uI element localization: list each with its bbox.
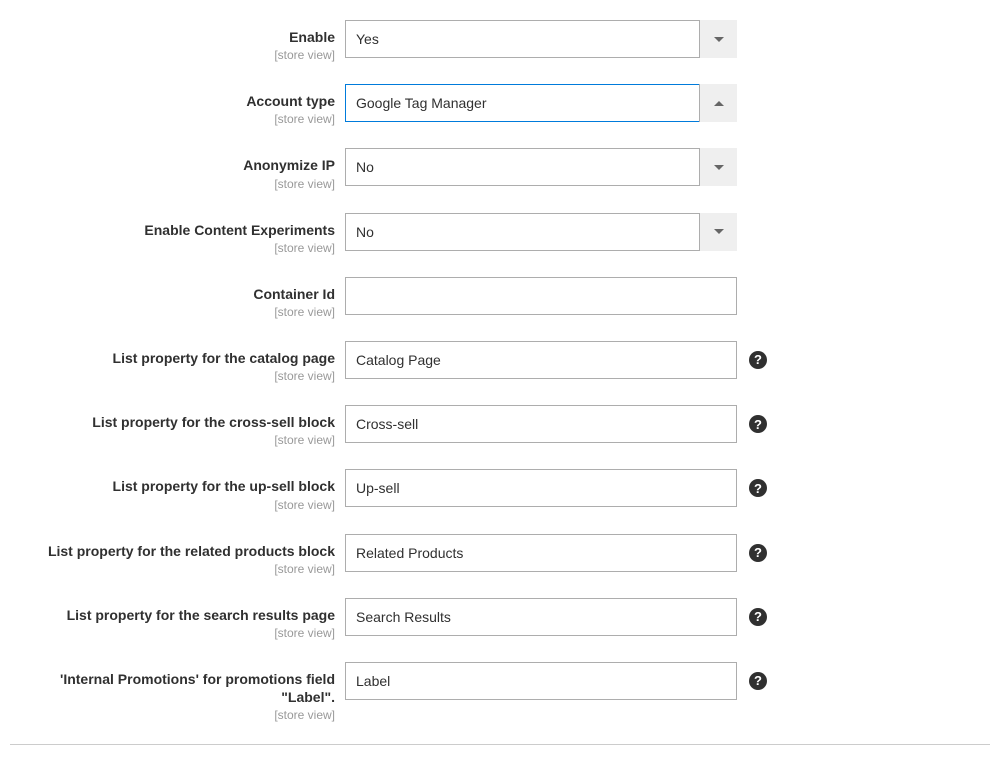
scope-enable: [store view] xyxy=(10,48,335,62)
scope-content-experiments: [store view] xyxy=(10,241,335,255)
label-col-cross-sell: List property for the cross-sell block [… xyxy=(10,405,345,447)
input-cross-sell[interactable] xyxy=(345,405,737,443)
field-col-anonymize-ip: No xyxy=(345,148,737,186)
row-cross-sell: List property for the cross-sell block [… xyxy=(10,405,990,447)
label-internal-promotions: 'Internal Promotions' for promotions fie… xyxy=(10,670,335,706)
label-col-internal-promotions: 'Internal Promotions' for promotions fie… xyxy=(10,662,345,722)
field-col-container-id xyxy=(345,277,737,315)
label-col-container-id: Container Id [store view] xyxy=(10,277,345,319)
label-search-results: List property for the search results pag… xyxy=(10,606,335,624)
help-icon[interactable]: ? xyxy=(749,544,767,562)
label-content-experiments: Enable Content Experiments xyxy=(10,221,335,239)
help-icon[interactable]: ? xyxy=(749,479,767,497)
input-internal-promotions[interactable] xyxy=(345,662,737,700)
field-col-search-results: ? xyxy=(345,598,767,636)
help-icon[interactable]: ? xyxy=(749,415,767,433)
label-account-type: Account type xyxy=(10,92,335,110)
input-container-id[interactable] xyxy=(345,277,737,315)
scope-related-products: [store view] xyxy=(10,562,335,576)
select-content-experiments[interactable]: No xyxy=(345,213,737,251)
label-cross-sell: List property for the cross-sell block xyxy=(10,413,335,431)
label-col-content-experiments: Enable Content Experiments [store view] xyxy=(10,213,345,255)
label-anonymize-ip: Anonymize IP xyxy=(10,156,335,174)
label-col-catalog-page: List property for the catalog page [stor… xyxy=(10,341,345,383)
select-anonymize-ip[interactable]: No xyxy=(345,148,737,186)
help-icon[interactable]: ? xyxy=(749,672,767,690)
select-content-experiments-input[interactable]: No xyxy=(345,213,737,251)
label-col-up-sell: List property for the up-sell block [sto… xyxy=(10,469,345,511)
label-col-related-products: List property for the related products b… xyxy=(10,534,345,576)
row-enable: Enable [store view] Yes xyxy=(10,20,990,62)
select-anonymize-ip-input[interactable]: No xyxy=(345,148,737,186)
label-col-account-type: Account type [store view] xyxy=(10,84,345,126)
field-col-related-products: ? xyxy=(345,534,767,572)
scope-container-id: [store view] xyxy=(10,305,335,319)
row-container-id: Container Id [store view] xyxy=(10,277,990,319)
row-search-results: List property for the search results pag… xyxy=(10,598,990,640)
field-col-enable: Yes xyxy=(345,20,737,58)
help-icon[interactable]: ? xyxy=(749,351,767,369)
input-catalog-page[interactable] xyxy=(345,341,737,379)
scope-search-results: [store view] xyxy=(10,626,335,640)
field-col-internal-promotions: ? xyxy=(345,662,767,700)
select-account-type-input[interactable]: Google Tag Manager xyxy=(345,84,737,122)
select-account-type[interactable]: Google Tag Manager xyxy=(345,84,737,122)
row-up-sell: List property for the up-sell block [sto… xyxy=(10,469,990,511)
select-enable[interactable]: Yes xyxy=(345,20,737,58)
row-account-type: Account type [store view] Google Tag Man… xyxy=(10,84,990,126)
label-enable: Enable xyxy=(10,28,335,46)
field-col-catalog-page: ? xyxy=(345,341,767,379)
row-catalog-page: List property for the catalog page [stor… xyxy=(10,341,990,383)
row-content-experiments: Enable Content Experiments [store view] … xyxy=(10,213,990,255)
scope-internal-promotions: [store view] xyxy=(10,708,335,722)
input-search-results[interactable] xyxy=(345,598,737,636)
row-internal-promotions: 'Internal Promotions' for promotions fie… xyxy=(10,662,990,722)
label-col-enable: Enable [store view] xyxy=(10,20,345,62)
input-related-products[interactable] xyxy=(345,534,737,572)
help-icon[interactable]: ? xyxy=(749,608,767,626)
input-up-sell[interactable] xyxy=(345,469,737,507)
row-related-products: List property for the related products b… xyxy=(10,534,990,576)
scope-cross-sell: [store view] xyxy=(10,433,335,447)
label-col-anonymize-ip: Anonymize IP [store view] xyxy=(10,148,345,190)
scope-account-type: [store view] xyxy=(10,112,335,126)
label-catalog-page: List property for the catalog page xyxy=(10,349,335,367)
scope-up-sell: [store view] xyxy=(10,498,335,512)
field-col-content-experiments: No xyxy=(345,213,737,251)
row-anonymize-ip: Anonymize IP [store view] No xyxy=(10,148,990,190)
label-container-id: Container Id xyxy=(10,285,335,303)
scope-catalog-page: [store view] xyxy=(10,369,335,383)
label-related-products: List property for the related products b… xyxy=(10,542,335,560)
label-up-sell: List property for the up-sell block xyxy=(10,477,335,495)
label-col-search-results: List property for the search results pag… xyxy=(10,598,345,640)
field-col-up-sell: ? xyxy=(345,469,767,507)
section-divider xyxy=(10,744,990,745)
scope-anonymize-ip: [store view] xyxy=(10,177,335,191)
field-col-cross-sell: ? xyxy=(345,405,767,443)
field-col-account-type: Google Tag Manager xyxy=(345,84,737,122)
select-enable-input[interactable]: Yes xyxy=(345,20,737,58)
